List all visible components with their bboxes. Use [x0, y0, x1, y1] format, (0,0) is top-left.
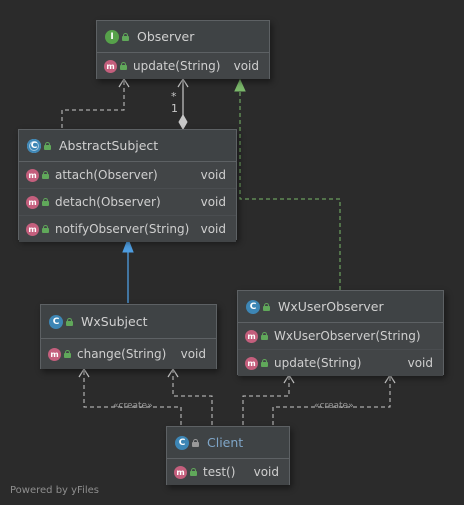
- client-header: C Client: [167, 427, 289, 459]
- client-node[interactable]: C Client m test() void: [166, 426, 290, 485]
- create-edge-left: [83, 370, 182, 425]
- observer-title: Observer: [137, 29, 195, 44]
- create-label-left: «create»: [113, 401, 153, 411]
- method-row: m notifyObserver(String) void: [19, 216, 236, 242]
- public-lock-icon: [66, 317, 73, 326]
- wxuserobserver-node[interactable]: C WxUserObserver m WxUserObserver(String…: [237, 290, 444, 376]
- public-lock-icon: [190, 468, 197, 476]
- powered-by-footer: Powered by yFiles: [10, 485, 99, 496]
- public-lock-icon: [261, 359, 268, 367]
- observer-node[interactable]: I Observer m update(String) void: [96, 20, 270, 79]
- method-name: test(): [203, 465, 236, 479]
- multiplicity-one: 1: [171, 102, 178, 115]
- method-return: void: [407, 356, 433, 370]
- dependency-edge-abstractsubject-observer: [61, 80, 125, 128]
- method-return: void: [180, 347, 206, 361]
- method-icon: m: [104, 59, 117, 73]
- method-icon: m: [245, 356, 258, 370]
- public-lock-icon: [64, 350, 71, 358]
- abstract-class-icon: C: [27, 138, 41, 153]
- wxsubject-title: WxSubject: [81, 314, 148, 329]
- public-lock-icon: [261, 332, 268, 340]
- method-icon: m: [26, 195, 39, 209]
- wxsubject-node[interactable]: C WxSubject m change(String) void: [40, 304, 217, 369]
- usage-edge-right: [242, 376, 290, 425]
- method-row: m test() void: [167, 459, 289, 485]
- method-name: update(String): [274, 356, 362, 370]
- realization-edge: [239, 91, 341, 290]
- method-row: m WxUserObserver(String): [238, 323, 443, 350]
- wxuserobserver-header: C WxUserObserver: [238, 291, 443, 323]
- public-lock-icon: [120, 62, 127, 70]
- method-return: void: [200, 168, 226, 182]
- public-lock-icon: [42, 171, 49, 179]
- method-row: m update(String) void: [238, 350, 443, 376]
- public-lock-icon: [263, 302, 270, 311]
- realization-arrowhead: [234, 78, 246, 92]
- method-icon: m: [26, 168, 39, 182]
- interface-icon: I: [105, 29, 119, 44]
- method-return: void: [200, 195, 226, 209]
- method-return: void: [233, 59, 259, 73]
- wxsubject-header: C WxSubject: [41, 305, 216, 339]
- public-lock-icon: [42, 198, 49, 206]
- method-icon: m: [48, 347, 61, 361]
- method-name: update(String): [133, 59, 221, 73]
- package-lock-icon: [192, 438, 199, 447]
- usage-edge-left: [172, 370, 213, 425]
- method-name: change(String): [77, 347, 167, 361]
- wxuserobserver-title: WxUserObserver: [278, 299, 384, 314]
- method-row: m detach(Observer) void: [19, 189, 236, 216]
- method-icon: m: [174, 465, 187, 479]
- client-title: Client: [207, 435, 244, 450]
- method-row: m change(String) void: [41, 339, 216, 369]
- public-lock-icon: [42, 225, 49, 233]
- method-name: detach(Observer): [55, 195, 161, 209]
- method-name: notifyObserver(String): [55, 222, 190, 236]
- method-icon: m: [26, 222, 39, 236]
- observer-header: I Observer: [97, 21, 269, 53]
- class-icon: C: [175, 435, 189, 450]
- method-row: m update(String) void: [97, 53, 269, 79]
- public-lock-icon: [122, 32, 129, 41]
- class-icon: C: [246, 299, 260, 314]
- method-icon: m: [245, 329, 258, 343]
- composition-diamond: [178, 113, 188, 131]
- abstractsubject-title: AbstractSubject: [59, 138, 159, 153]
- method-return: void: [200, 222, 226, 236]
- method-return: void: [253, 465, 279, 479]
- method-name: WxUserObserver(String): [274, 329, 421, 343]
- method-row: m attach(Observer) void: [19, 162, 236, 189]
- abstractsubject-node[interactable]: C AbstractSubject m attach(Observer) voi…: [18, 129, 237, 242]
- method-name: attach(Observer): [55, 168, 158, 182]
- class-icon: C: [49, 314, 63, 329]
- abstractsubject-header: C AbstractSubject: [19, 130, 236, 162]
- public-lock-icon: [44, 141, 51, 150]
- create-label-right: «create»: [314, 401, 354, 411]
